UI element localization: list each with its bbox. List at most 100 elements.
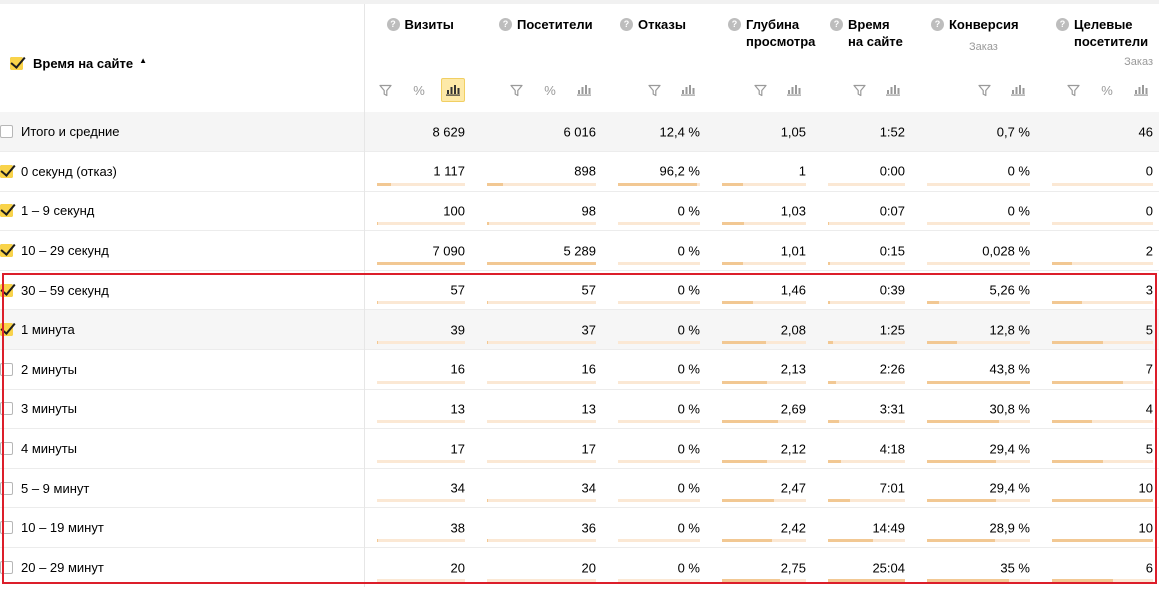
share-bar [828,459,905,463]
help-icon[interactable]: ? [620,18,633,31]
table-row[interactable]: 1 минута 39 37 0 % 2,08 1:25 12,8 % 5 [0,309,1159,350]
bars-chart-icon[interactable] [782,78,806,102]
metric-cell-bounces: 0 % [606,269,710,310]
metric-cell-depth: 2,75 [710,547,816,588]
bars-chart-icon[interactable] [441,78,465,102]
share-bar [722,459,806,463]
row-checkbox[interactable] [0,481,13,495]
share-bar [927,261,1030,265]
share-bar-fill [828,341,833,345]
table-row[interactable]: 20 – 29 минут 20 20 0 % 2,75 25:04 35 % 6 [0,547,1159,588]
help-icon[interactable]: ? [386,18,400,31]
filter-icon[interactable] [373,78,397,102]
share-bar [828,261,905,265]
share-bar-fill [828,420,839,424]
share-bar [487,261,596,265]
percent-icon[interactable]: % [1095,78,1119,102]
dimension-header[interactable]: Время на сайте ▲ [0,4,365,112]
metric-value: 0,7 % [996,124,1030,140]
row-checkbox[interactable] [0,323,13,337]
row-checkbox[interactable] [0,362,13,376]
column-header-visits[interactable]: ? Визиты% [364,4,475,112]
metric-cell-visits: 39 [364,309,475,350]
metric-cell-bounces: 0 % [606,428,710,469]
bars-chart-icon[interactable] [676,78,700,102]
column-header-time[interactable]: ? Время на сайте [816,4,915,112]
column-title[interactable]: ? Отказы [620,16,686,33]
dimension-title[interactable]: Время на сайте [33,56,133,71]
share-bar-fill [722,341,766,345]
metric-value: 1 [798,163,806,179]
dimension-cell: 10 – 29 секунд [0,230,365,271]
table-row[interactable]: 0 секунд (отказ) 1 117 898 96,2 % 1 0:00 0 % 0 [0,151,1159,192]
row-checkbox[interactable] [0,561,13,575]
metric-value: 57 [581,282,596,298]
metric-cell-conv: 0,7 % [915,112,1040,152]
sort-asc-icon[interactable]: ▲ [139,56,147,65]
help-icon[interactable]: ? [728,18,741,31]
filter-icon[interactable] [642,78,666,102]
dimension-cell: 1 – 9 секунд [0,190,365,231]
bars-chart-icon[interactable] [572,78,596,102]
column-header-depth[interactable]: ? Глубина просмотра [710,4,816,112]
bars-chart-icon[interactable] [1006,78,1030,102]
row-checkbox[interactable] [0,521,13,535]
share-bar-fill [828,261,830,265]
metric-cell-visitors: 6 016 [475,112,606,152]
help-icon[interactable]: ? [1056,18,1069,31]
metric-value: 2,13 [780,361,806,377]
column-title[interactable]: ? Посетители [499,16,593,33]
dimension-cell: 30 – 59 секунд [0,269,365,310]
share-bar [722,182,806,186]
column-title[interactable]: ? Конверсия [931,16,1019,33]
share-bar-fill [927,380,1030,384]
share-bar [618,261,700,265]
table-row[interactable]: 4 минуты 17 17 0 % 2,12 4:18 29,4 % 5 [0,428,1159,469]
table-row[interactable]: 1 – 9 секунд 100 98 0 % 1,03 0:07 0 % 0 [0,190,1159,231]
filter-icon[interactable] [504,78,528,102]
filter-icon[interactable] [1061,78,1085,102]
table-row[interactable]: 5 – 9 минут 34 34 0 % 2,47 7:01 29,4 % 10 [0,467,1159,508]
table-row[interactable]: 10 – 29 секунд 7 090 5 289 0 % 1,01 0:15 0,028… [0,230,1159,271]
column-title[interactable]: ? Целевые посетители [1056,16,1148,50]
row-checkbox[interactable] [0,402,13,416]
filter-icon[interactable] [748,78,772,102]
total-row[interactable]: Итого и средние 8 629 6 016 12,4 % 1,05 1:52 0… [0,112,1159,152]
help-icon[interactable]: ? [931,18,944,31]
column-header-visitors[interactable]: ? Посетители% [475,4,606,112]
share-bar-fill [927,341,957,345]
column-title[interactable]: ? Визиты [386,16,454,33]
metric-cell-target: 2 [1040,230,1159,271]
row-checkbox[interactable] [0,125,13,139]
help-icon[interactable]: ? [830,18,843,31]
filter-icon[interactable] [972,78,996,102]
percent-icon[interactable]: % [538,78,562,102]
row-checkbox[interactable] [0,164,13,178]
row-checkbox[interactable] [0,244,13,258]
dimension-cell: 4 минуты [0,428,365,469]
percent-icon[interactable]: % [407,78,431,102]
metric-value: 2 [1145,243,1153,259]
bars-chart-icon[interactable] [881,78,905,102]
table-row[interactable]: 30 – 59 секунд 57 57 0 % 1,46 0:39 5,26 % 3 [0,269,1159,310]
row-checkbox[interactable] [0,442,13,456]
column-header-bounces[interactable]: ? Отказы [606,4,710,112]
column-header-target[interactable]: ? Целевые посетители Заказ% [1040,4,1159,112]
share-bar [722,301,806,305]
share-bar [376,420,465,424]
table-row[interactable]: 10 – 19 минут 38 36 0 % 2,42 14:49 28,9 % 10 [0,507,1159,548]
select-all-checkbox[interactable] [10,57,23,70]
column-title[interactable]: ? Глубина просмотра [728,16,815,50]
row-checkbox[interactable] [0,204,13,218]
help-icon[interactable]: ? [499,18,512,31]
filter-icon[interactable] [847,78,871,102]
bars-chart-icon[interactable] [1129,78,1153,102]
metric-value: 0 % [677,520,700,536]
column-header-conv[interactable]: ? Конверсия Заказ [915,4,1040,112]
row-checkbox[interactable] [0,283,13,297]
table-row[interactable]: 3 минуты 13 13 0 % 2,69 3:31 30,8 % 4 [0,388,1159,429]
share-bar-fill [722,261,743,265]
column-title[interactable]: ? Время на сайте [830,16,903,50]
share-bar-fill [927,301,940,305]
table-row[interactable]: 2 минуты 16 16 0 % 2,13 2:26 43,8 % 7 [0,349,1159,390]
